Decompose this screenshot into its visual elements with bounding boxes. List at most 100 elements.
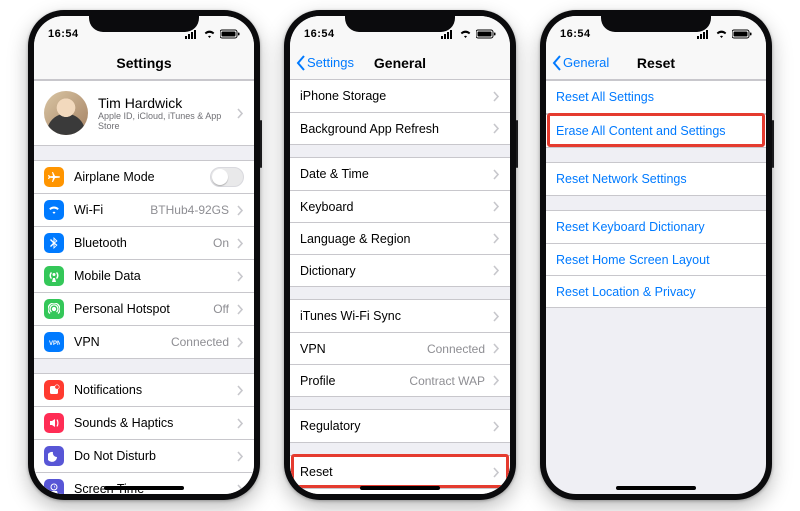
home-indicator[interactable] <box>104 486 184 490</box>
navbar-title: Reset <box>637 55 675 71</box>
phone-settings: 16:54 Settings Tim Hardwick Ap <box>28 10 260 500</box>
back-button[interactable]: Settings <box>296 55 354 71</box>
row-label: Airplane Mode <box>74 170 155 184</box>
row-reset-location-privacy[interactable]: Reset Location & Privacy <box>546 275 766 307</box>
row-dictionary[interactable]: Dictionary <box>290 254 510 286</box>
row-background-app-refresh[interactable]: Background App Refresh <box>290 112 510 144</box>
row-iphone-storage[interactable]: iPhone Storage <box>290 80 510 112</box>
chevron-left-icon <box>552 55 561 71</box>
phone-reset: 16:54 General Reset Reset All SettingsEr… <box>540 10 772 500</box>
row-itunes-wi-fi-sync[interactable]: iTunes Wi-Fi Sync <box>290 300 510 332</box>
battery-icon <box>220 29 240 39</box>
row-detail: BTHub4-92GS <box>150 203 231 217</box>
row-label: Erase All Content and Settings <box>556 124 726 138</box>
row-reset-network-settings[interactable]: Reset Network Settings <box>546 163 766 195</box>
navbar: Settings <box>34 46 254 80</box>
row-airplane-mode[interactable]: Airplane Mode <box>34 161 254 193</box>
chevron-right-icon <box>493 233 500 244</box>
row-label: Reset Keyboard Dictionary <box>556 220 705 234</box>
row-date-time[interactable]: Date & Time <box>290 158 510 190</box>
row-detail: On <box>213 236 231 250</box>
row-label: iPhone Storage <box>300 89 386 103</box>
reset-content[interactable]: Reset All Settings Erase All Content and … <box>546 80 766 494</box>
chevron-right-icon <box>493 169 500 180</box>
row-keyboard[interactable]: Keyboard <box>290 190 510 222</box>
chevron-right-icon <box>237 108 244 119</box>
svg-text:VPN: VPN <box>49 341 60 347</box>
chevron-right-icon <box>237 337 244 348</box>
row-notifications[interactable]: Notifications <box>34 374 254 406</box>
row-vpn[interactable]: VPN VPN Connected <box>34 325 254 358</box>
row-label: VPN <box>300 342 326 356</box>
row-label: Bluetooth <box>74 236 127 250</box>
row-label: Reset <box>300 465 333 479</box>
back-label: Settings <box>307 55 354 70</box>
row-detail: Contract WAP <box>409 374 487 388</box>
wifi-status-icon <box>459 29 472 39</box>
row-do-not-disturb[interactable]: Do Not Disturb <box>34 439 254 472</box>
chevron-right-icon <box>493 265 500 276</box>
general-content[interactable]: iPhone Storage Background App Refresh Date… <box>290 79 510 494</box>
row-reset-home-screen-layout[interactable]: Reset Home Screen Layout <box>546 243 766 275</box>
row-erase-all-content-and-settings[interactable]: Erase All Content and Settings <box>546 115 766 147</box>
group: iTunes Wi-Fi SyncVPNConnected Profile Cont… <box>290 299 510 397</box>
back-label: General <box>563 55 609 70</box>
chevron-right-icon <box>493 343 500 354</box>
apple-id-row[interactable]: Tim Hardwick Apple ID, iCloud, iTunes & … <box>34 81 254 145</box>
row-sounds-haptics[interactable]: Sounds & Haptics <box>34 406 254 439</box>
profile-group: Tim Hardwick Apple ID, iCloud, iTunes & … <box>34 80 254 146</box>
toggle[interactable] <box>210 167 244 187</box>
row-vpn[interactable]: VPNConnected <box>290 332 510 364</box>
row-label: Date & Time <box>300 167 369 181</box>
row-bluetooth[interactable]: Bluetooth On <box>34 226 254 259</box>
home-indicator[interactable] <box>360 486 440 490</box>
row-reset[interactable]: Reset <box>290 456 510 488</box>
chevron-right-icon <box>493 91 500 102</box>
row-language-region[interactable]: Language & Region <box>290 222 510 254</box>
chevron-right-icon <box>237 238 244 249</box>
row-reset-all-settings[interactable]: Reset All Settings <box>546 81 766 113</box>
status-time: 16:54 <box>304 28 335 40</box>
row-label: Mobile Data <box>74 269 141 283</box>
profile-sub: Apple ID, iCloud, iTunes & App Store <box>98 111 231 131</box>
home-indicator[interactable] <box>616 486 696 490</box>
status-time: 16:54 <box>48 28 79 40</box>
group: iPhone Storage Background App Refresh <box>290 79 510 145</box>
status-icons <box>697 29 752 39</box>
row-label: Dictionary <box>300 264 356 278</box>
status-icons <box>441 29 496 39</box>
row-personal-hotspot[interactable]: Personal HotspotOff <box>34 292 254 325</box>
notch <box>601 10 711 32</box>
battery-icon <box>732 29 752 39</box>
chevron-right-icon <box>493 201 500 212</box>
row-wi-fi[interactable]: Wi-Fi BTHub4-92GS <box>34 193 254 226</box>
wifi-icon <box>44 200 64 220</box>
chevron-right-icon <box>237 385 244 396</box>
chevron-left-icon <box>296 55 305 71</box>
settings-content[interactable]: Tim Hardwick Apple ID, iCloud, iTunes & … <box>34 80 254 494</box>
group: Reset Keyboard Dictionary Reset Home Scre… <box>546 210 766 308</box>
row-label: Profile <box>300 374 335 388</box>
notch <box>89 10 199 32</box>
row-profile[interactable]: Profile Contract WAP <box>290 364 510 396</box>
row-label: Do Not Disturb <box>74 449 156 463</box>
airplane-icon <box>44 167 64 187</box>
row-label: VPN <box>74 335 100 349</box>
chevron-right-icon <box>493 123 500 134</box>
phone-general: 16:54 Settings General iPhone StorageBac… <box>284 10 516 500</box>
row-label: Reset All Settings <box>556 90 654 104</box>
chevron-right-icon <box>493 421 500 432</box>
hotspot-icon <box>44 299 64 319</box>
row-label: Regulatory <box>300 419 360 433</box>
chevron-right-icon <box>237 451 244 462</box>
row-label: Notifications <box>74 383 142 397</box>
row-label: Wi-Fi <box>74 203 103 217</box>
row-label: Reset Home Screen Layout <box>556 253 710 267</box>
row-detail: Connected <box>171 335 231 349</box>
group: Date & Time KeyboardLanguage & Region Dict… <box>290 157 510 287</box>
back-button[interactable]: General <box>552 55 609 71</box>
row-reset-keyboard-dictionary[interactable]: Reset Keyboard Dictionary <box>546 211 766 243</box>
row-label: Sounds & Haptics <box>74 416 173 430</box>
row-mobile-data[interactable]: Mobile Data <box>34 259 254 292</box>
row-regulatory[interactable]: Regulatory <box>290 410 510 442</box>
